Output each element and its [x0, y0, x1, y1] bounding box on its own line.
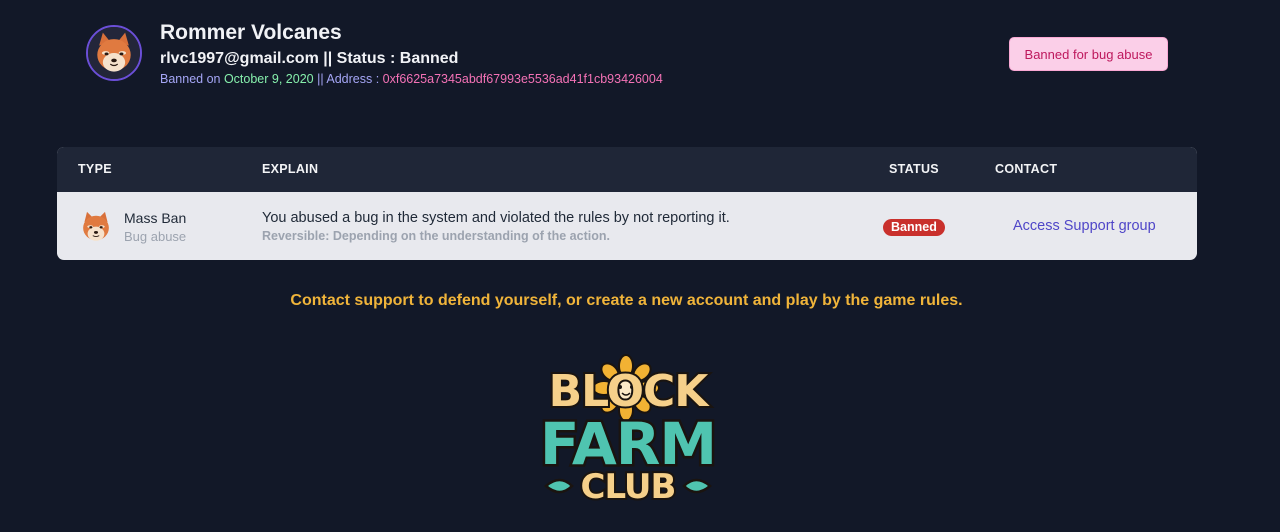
row-avatar [78, 208, 114, 244]
ban-explanation: You abused a bug in the system and viola… [262, 210, 730, 226]
banned-on-label: Banned on [160, 72, 224, 86]
leaf-icon-left [544, 478, 574, 494]
table-row: Mass Ban Bug abuse You abused a bug in t… [57, 192, 1197, 260]
shiba-dog-icon [88, 27, 140, 79]
ban-explanation-detail: Reversible: Depending on the understandi… [262, 229, 610, 243]
header-explain: EXPLAIN [262, 162, 319, 176]
block-farm-club-logo: BLOCK FARM CLUB [537, 354, 720, 509]
wallet-address: 0xf6625a7345abdf67993e5536ad41f1cb934260… [382, 72, 663, 86]
header-contact: CONTACT [995, 162, 1058, 176]
profile-email: rlvc1997@gmail.com [160, 50, 319, 67]
access-support-link[interactable]: Access Support group [1013, 218, 1156, 234]
profile-ban-details: Banned on October 9, 2020 || Address : 0… [160, 72, 663, 86]
table-header: TYPE EXPLAIN STATUS CONTACT [57, 147, 1197, 192]
profile-avatar [86, 25, 142, 81]
leaf-icon-right [682, 478, 712, 494]
support-message: Contact support to defend yourself, or c… [290, 292, 963, 309]
status-badge: Banned [883, 219, 945, 236]
profile-status: Banned [399, 50, 459, 67]
status-separator: || Status : [318, 50, 400, 67]
profile-name: Rommer Volcanes [160, 21, 342, 44]
header-status: STATUS [889, 162, 939, 176]
ban-table: TYPE EXPLAIN STATUS CONTACT Mass Ban Bug… [57, 147, 1197, 260]
ban-reason-badge: Banned for bug abuse [1009, 37, 1168, 71]
shiba-dog-icon [78, 208, 114, 244]
address-label: || Address : [313, 72, 383, 86]
logo-line-3: CLUB [581, 467, 676, 507]
profile-email-status: rlvc1997@gmail.com || Status : Banned [160, 50, 458, 68]
banned-on-date: October 9, 2020 [223, 72, 314, 86]
ban-type: Mass Ban [124, 210, 187, 226]
header-type: TYPE [78, 162, 112, 176]
ban-type-detail: Bug abuse [124, 229, 187, 244]
